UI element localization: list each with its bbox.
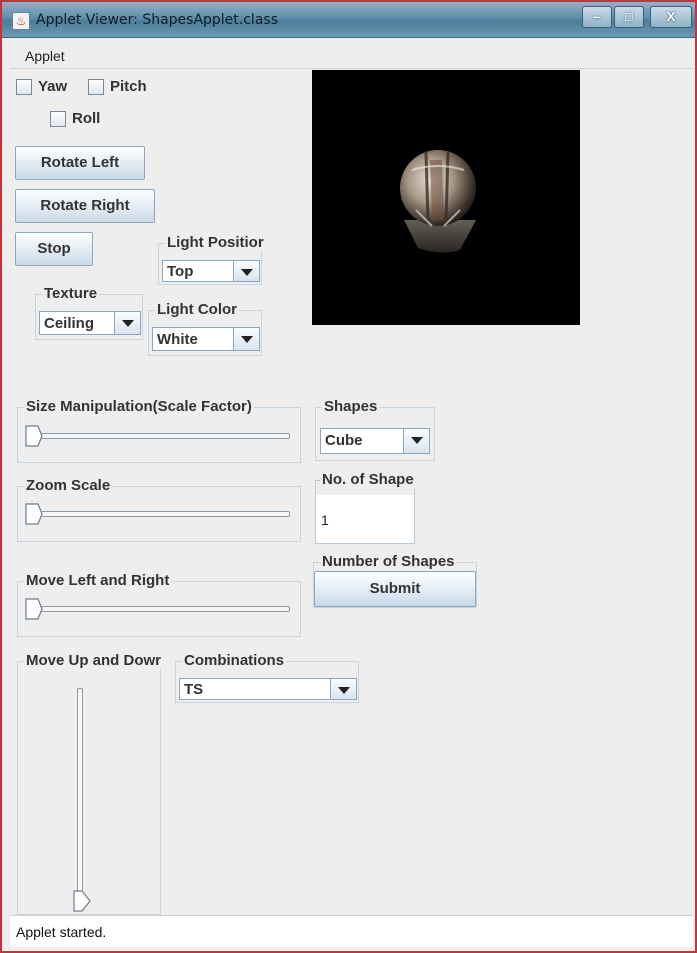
light-color-group: Light Color White [148,301,262,356]
zoom-slider-track[interactable] [28,511,290,517]
texture-combo[interactable]: Ceiling [39,311,141,335]
size-manipulation-group: Size Manipulation(Scale Factor) [17,398,301,463]
close-icon: X [666,9,676,24]
shapes-combo[interactable]: Cube [320,428,430,454]
chevron-down-icon[interactable] [114,312,140,334]
java-icon: ♨ [12,12,30,30]
shapes-value: Cube [325,432,363,449]
pitch-checkbox-box[interactable] [88,78,104,95]
maximize-button[interactable]: □ [614,6,644,28]
stop-button[interactable]: Stop [15,232,93,266]
roll-label: Roll [72,110,101,127]
yaw-checkbox-box[interactable] [16,78,32,95]
no-of-shape-value: 1 [321,512,329,528]
roll-checkbox-box[interactable] [50,110,66,127]
menu-applet[interactable]: Applet [25,48,65,64]
size-slider-thumb[interactable] [25,425,43,447]
light-position-label: Light Positior [165,234,266,251]
window-title: Applet Viewer: ShapesApplet.class [36,12,278,28]
zoom-scale-label: Zoom Scale [24,477,113,494]
zoom-slider-thumb[interactable] [25,503,43,525]
no-of-shape-group: No. of Shape 1 [315,471,416,544]
maximize-icon: □ [625,9,633,24]
minimize-icon: – [593,9,601,24]
applet-window: ♨ Applet Viewer: ShapesApplet.class – □ … [0,0,697,953]
rendered-shape [400,150,476,253]
close-button[interactable]: X [650,6,692,28]
move-up-down-slider-thumb[interactable] [73,890,91,912]
move-up-down-group: Move Up and Dowr [17,652,164,915]
texture-value: Ceiling [44,315,95,332]
light-color-value: White [157,331,198,348]
move-left-right-label: Move Left and Right [24,572,172,589]
rotate-left-button[interactable]: Rotate Left [15,146,145,180]
chevron-down-icon[interactable] [233,261,259,281]
number-of-shapes-group: Number of Shapes Submit [313,553,477,608]
texture-label: Texture [42,285,100,302]
minimize-button[interactable]: – [582,6,612,28]
shapes-group: Shapes Cube [315,398,435,461]
light-color-label: Light Color [155,301,239,318]
zoom-scale-group: Zoom Scale [17,477,301,542]
no-of-shape-label: No. of Shape [320,471,416,488]
shapes-label: Shapes [322,398,380,415]
applet-content: Yaw Pitch Roll Rotate Left Rotate Right … [10,70,693,915]
chevron-down-icon[interactable] [330,679,356,699]
light-color-combo[interactable]: White [152,327,260,351]
combinations-value: TS [184,681,204,698]
combinations-combo[interactable]: TS [179,678,357,700]
no-of-shape-input[interactable]: 1 [316,495,414,543]
title-bar[interactable]: ♨ Applet Viewer: ShapesApplet.class – □ … [2,2,695,38]
move-left-right-group: Move Left and Right [17,572,301,637]
number-of-shapes-label: Number of Shapes [320,553,457,570]
texture-group: Texture Ceiling [35,285,143,340]
move-up-down-slider-track[interactable] [77,688,83,902]
light-position-value: Top [167,263,194,280]
move-up-down-label: Move Up and Dowr [24,652,164,669]
render-canvas[interactable] [312,70,580,325]
menu-bar: Applet [10,39,693,69]
size-slider-track[interactable] [28,433,290,439]
light-position-combo[interactable]: Top [162,260,260,282]
roll-checkbox[interactable]: Roll [50,110,100,127]
submit-button[interactable]: Submit [314,571,476,607]
move-left-right-slider-thumb[interactable] [25,598,43,620]
combinations-group: Combinations TS [175,652,359,703]
rotate-right-button[interactable]: Rotate Right [15,189,155,223]
yaw-label: Yaw [38,78,68,95]
status-bar: Applet started. [10,915,693,947]
yaw-checkbox[interactable]: Yaw [16,78,67,95]
size-manipulation-label: Size Manipulation(Scale Factor) [24,398,254,415]
pitch-label: Pitch [110,78,147,95]
status-text: Applet started. [16,924,107,940]
pitch-checkbox[interactable]: Pitch [88,78,147,95]
move-left-right-slider-track[interactable] [28,606,290,612]
chevron-down-icon[interactable] [233,328,259,350]
chevron-down-icon[interactable] [403,429,429,453]
combinations-label: Combinations [182,652,286,669]
light-position-group: Light Positior Top [158,234,266,285]
